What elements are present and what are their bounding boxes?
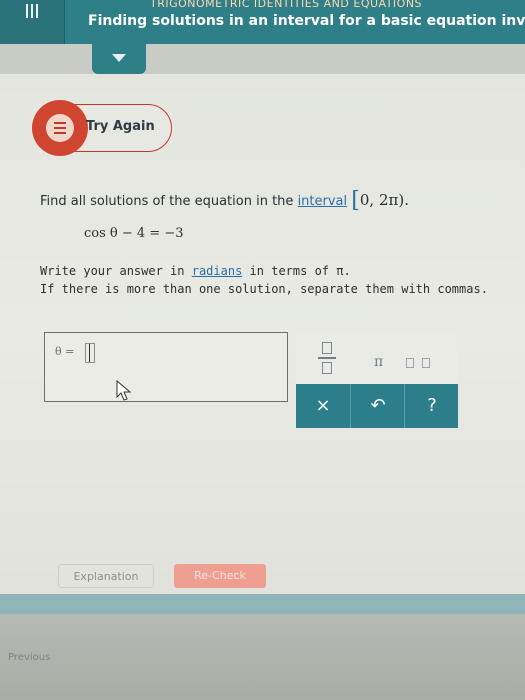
interval-value-text: 0, 2π). bbox=[359, 191, 409, 209]
feedback-icon-inner bbox=[46, 114, 74, 142]
keypad-symbol-row: π bbox=[296, 332, 458, 384]
theta-label: θ = bbox=[55, 345, 75, 358]
answer-slot[interactable] bbox=[85, 343, 95, 363]
instruction-line-2: If there is more than one solution, sepa… bbox=[40, 282, 488, 296]
pi-key[interactable]: π bbox=[374, 354, 383, 370]
text-caret bbox=[89, 344, 90, 362]
comma-list-key[interactable] bbox=[406, 358, 456, 372]
instruction-line-1: Write your answer in radians in terms of… bbox=[40, 264, 488, 282]
footer-area bbox=[0, 614, 525, 700]
mouse-pointer-icon bbox=[116, 380, 132, 401]
topic-dropdown-button[interactable] bbox=[92, 44, 146, 74]
question-prompt: Find all solutions of the equation in th… bbox=[40, 188, 409, 213]
instructions: Write your answer in radians in terms of… bbox=[40, 264, 488, 300]
interval-bracket: [ bbox=[351, 188, 360, 213]
top-header: TRIGONOMETRIC IDENTITIES AND EQUATIONS F… bbox=[0, 0, 525, 44]
section-label: TRIGONOMETRIC IDENTITIES AND EQUATIONS bbox=[150, 0, 423, 10]
footer-bar bbox=[0, 594, 525, 614]
math-keypad: π × ↶ ? bbox=[296, 332, 458, 428]
instruction-suffix: in terms of π. bbox=[249, 264, 351, 278]
feedback-badge: Try Again bbox=[32, 100, 172, 156]
chevron-down-icon bbox=[112, 54, 126, 62]
recheck-button[interactable]: Re-Check bbox=[174, 564, 266, 588]
keypad-action-row: × ↶ ? bbox=[296, 384, 458, 428]
menu-icon[interactable] bbox=[0, 0, 65, 44]
feedback-label: Try Again bbox=[86, 119, 155, 134]
equation: cos θ − 4 = −3 bbox=[84, 226, 184, 241]
explanation-button[interactable]: Explanation bbox=[58, 564, 154, 588]
undo-button[interactable]: ↶ bbox=[350, 384, 405, 428]
help-button[interactable]: ? bbox=[404, 384, 459, 428]
feedback-icon bbox=[32, 100, 88, 156]
prompt-text: Find all solutions of the equation in th… bbox=[40, 194, 294, 209]
previous-button[interactable]: Previous bbox=[8, 652, 50, 663]
interval-link[interactable]: interval bbox=[298, 194, 348, 209]
page-title: Finding solutions in an interval for a b… bbox=[88, 13, 525, 29]
interval-value: [0, 2π). bbox=[351, 188, 409, 213]
instruction-prefix: Write your answer in bbox=[40, 264, 185, 278]
clear-button[interactable]: × bbox=[296, 384, 350, 428]
radians-link[interactable]: radians bbox=[192, 264, 243, 278]
fraction-key[interactable] bbox=[312, 342, 342, 380]
answer-input[interactable]: θ = bbox=[44, 332, 288, 402]
question-card: Try Again Find all solutions of the equa… bbox=[0, 74, 525, 594]
